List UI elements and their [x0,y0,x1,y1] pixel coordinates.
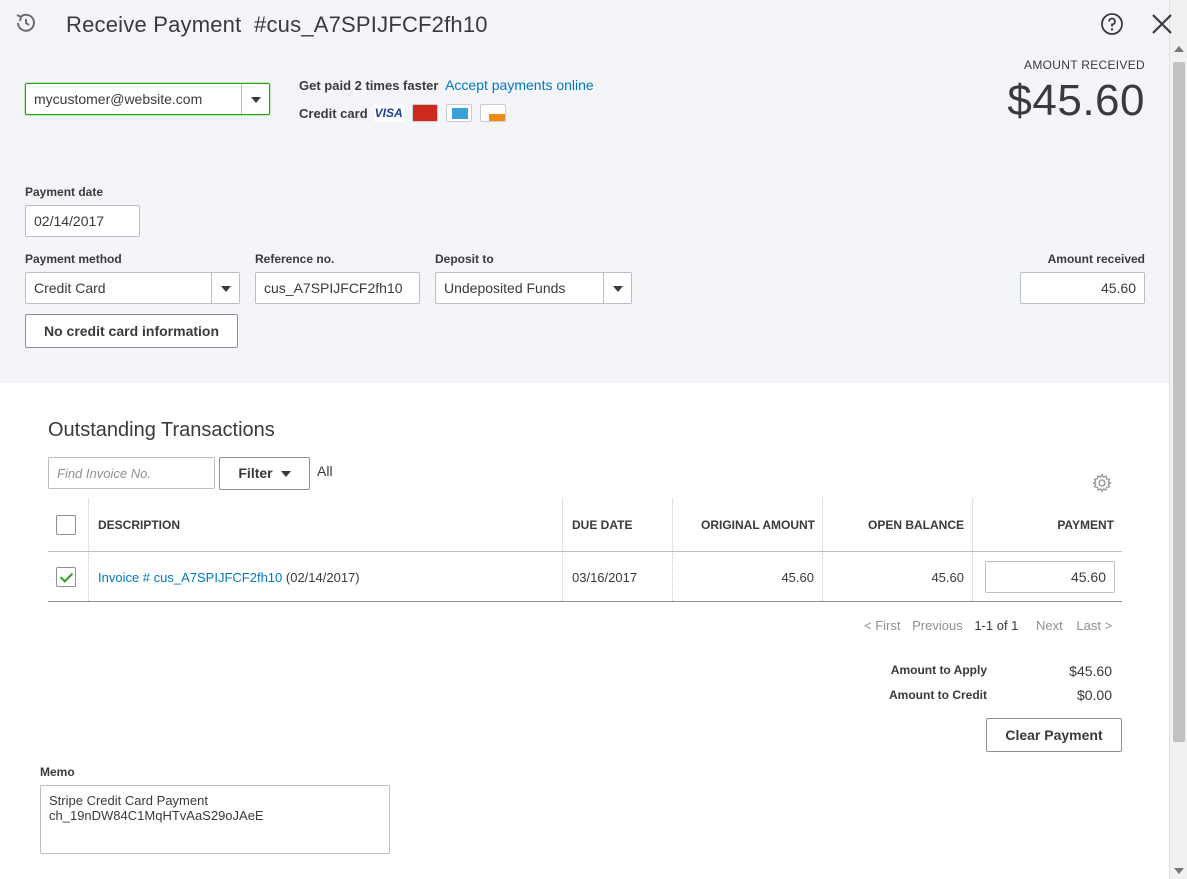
vertical-scrollbar[interactable] [1169,0,1187,879]
amount-to-credit-label: Amount to Credit [889,688,987,702]
memo-textarea[interactable]: Stripe Credit Card Payment ch_19nDW84C1M… [40,785,390,854]
mastercard-logo-icon [411,104,438,122]
pager-range: 1-1 of 1 [974,618,1019,633]
invoice-link[interactable]: Invoice # cus_A7SPIJFCF2fh10 [98,570,282,585]
page-title: Receive Payment #cus_A7SPIJFCF2fh10 [66,12,488,38]
filter-state: All [317,463,333,479]
invoice-date: (02/14/2017) [285,569,360,585]
discover-logo-icon [479,104,506,122]
scroll-thumb[interactable] [1173,62,1185,742]
find-invoice-placeholder: Find Invoice No. [57,466,151,481]
accept-payments-link[interactable]: Accept payments online [445,77,594,93]
amount-to-apply-value: $45.60 [1069,663,1112,679]
select-all-cell [56,498,90,551]
outstanding-transactions-title: Outstanding Transactions [48,419,275,441]
payment-method-value: Credit Card [34,280,106,296]
pager-first[interactable]: < First [864,618,900,633]
payment-date-input[interactable]: 02/14/2017 [25,205,140,237]
title-reference: #cus_A7SPIJFCF2fh10 [254,12,488,37]
reference-input[interactable]: cus_A7SPIJFCF2fh10 [255,272,420,304]
title-text: Receive Payment [66,12,242,37]
no-credit-card-button[interactable]: No credit card information [25,314,238,348]
credit-card-logos: Credit card VISA [299,104,506,122]
payment-date-label: Payment date [25,185,104,199]
memo-label: Memo [40,765,75,779]
amount-to-apply-label: Amount to Apply [890,663,987,677]
chevron-down-icon[interactable] [241,84,269,114]
pager: < First Previous 1-1 of 1 Next Last > [864,618,1112,633]
amount-to-credit-value: $0.00 [1076,687,1112,703]
clear-payment-button[interactable]: Clear Payment [986,718,1122,752]
customer-select[interactable]: mycustomer@website.com [25,83,270,115]
filter-label: Filter [238,465,273,481]
pager-next[interactable]: Next [1036,618,1063,633]
payment-method-label: Payment method [25,252,122,266]
col-description[interactable]: DESCRIPTION [88,498,562,551]
col-due-date[interactable]: DUE DATE [562,498,672,551]
select-all-checkbox[interactable] [56,514,76,535]
filter-button[interactable]: Filter [219,457,310,490]
row-checkbox[interactable] [56,567,76,587]
history-clock-icon[interactable] [13,10,39,36]
pager-last[interactable]: Last > [1076,618,1112,633]
pager-previous[interactable]: Previous [912,618,963,633]
col-payment[interactable]: PAYMENT [972,498,1122,551]
deposit-to-value: Undeposited Funds [444,280,566,296]
get-paid-text: Get paid 2 times faster [299,78,439,93]
deposit-to-label: Deposit to [435,252,494,266]
chevron-down-icon[interactable] [211,273,239,303]
amount-received-field-label: Amount received [1047,252,1145,266]
payment-input[interactable]: 45.60 [985,561,1115,593]
col-open-balance[interactable]: OPEN BALANCE [822,498,972,551]
get-paid-promo: Get paid 2 times faster Accept payments … [299,77,594,93]
visa-logo-icon: VISA [373,104,404,122]
credit-card-label: Credit card [299,105,368,121]
row-open-balance: 45.60 [822,553,972,601]
deposit-to-select[interactable]: Undeposited Funds [435,272,632,304]
amex-logo-icon [445,104,472,122]
amount-received-total: $45.60 [1007,76,1145,125]
chevron-down-icon[interactable] [603,273,631,303]
find-invoice-input[interactable]: Find Invoice No. [48,457,215,489]
row-due-date: 03/16/2017 [562,553,672,601]
scroll-down-arrow-icon[interactable] [1174,868,1184,874]
caret-down-icon [280,471,291,478]
row-select-cell [56,553,90,601]
amount-received-input[interactable]: 45.60 [1020,272,1145,304]
reference-label: Reference no. [255,252,335,266]
gear-icon[interactable] [1092,473,1112,493]
row-original-amount: 45.60 [672,553,822,601]
table-row: Invoice # cus_A7SPIJFCF2fh10 (02/14/2017… [48,553,1122,602]
table-header: DESCRIPTION DUE DATE ORIGINAL AMOUNT OPE… [48,498,1122,552]
row-description: Invoice # cus_A7SPIJFCF2fh10 (02/14/2017… [88,553,562,601]
scroll-up-arrow-icon[interactable] [1174,46,1184,52]
close-x-icon[interactable] [1150,12,1174,36]
payment-method-select[interactable]: Credit Card [25,272,240,304]
customer-value: mycustomer@website.com [34,91,203,107]
row-payment-cell: 45.60 [972,553,1122,601]
col-original-amount[interactable]: ORIGINAL AMOUNT [672,498,822,551]
amount-received-label: AMOUNT RECEIVED [1024,58,1145,72]
question-circle-icon[interactable] [1100,12,1124,36]
